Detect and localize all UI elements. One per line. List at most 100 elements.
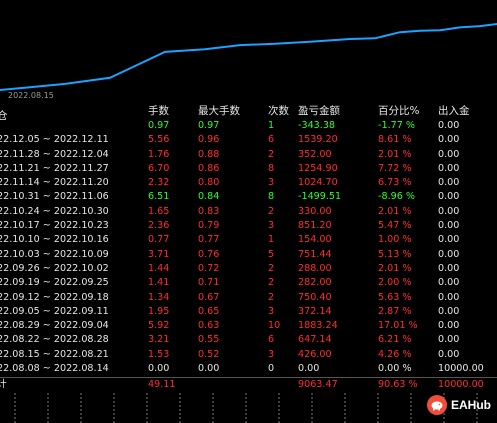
cell-trades: 3 bbox=[268, 177, 275, 189]
brand-logo: EAHub bbox=[427, 395, 491, 415]
cell-max-lots: 0.86 bbox=[198, 162, 220, 174]
table-row: 22.08.08 ~ 2022.08.14 0.00 0.00 0 0.00 0.00 %… bbox=[0, 362, 497, 376]
chart-date-label: 2022.08.15 bbox=[8, 91, 54, 100]
cell-max-lots: 0.65 bbox=[198, 305, 220, 317]
cell-trades: 8 bbox=[268, 191, 275, 203]
table-row: 22.10.24 ~ 2022.10.30 1.65 0.83 2 330.00 2.01… bbox=[0, 205, 497, 219]
cell-max-lots: 0.97 bbox=[198, 120, 220, 131]
header-max-lots: 最大手数 bbox=[198, 105, 240, 117]
cell-period: 22.12.05 ~ 2022.12.11 bbox=[0, 134, 109, 146]
cell-percent: 2.01 % bbox=[378, 148, 412, 160]
cell-percent: 5.47 % bbox=[378, 220, 412, 232]
cell-pnl: 372.14 bbox=[298, 305, 332, 317]
cell-period: 22.08.08 ~ 2022.08.14 bbox=[0, 363, 109, 375]
cell-pnl: 426.00 bbox=[298, 348, 332, 360]
cell-pnl: 1254.90 bbox=[298, 162, 338, 174]
table-row: 22.08.29 ~ 2022.09.04 5.92 0.63 10 1883.24 17… bbox=[0, 319, 497, 333]
cell-period: 22.11.28 ~ 2022.12.04 bbox=[0, 148, 109, 160]
cell-max-lots: 0.00 bbox=[198, 363, 220, 375]
cell-lots: 0.77 bbox=[148, 234, 170, 246]
cell-deposit-withdraw: 0.00 bbox=[438, 205, 460, 217]
cell-pnl: 352.00 bbox=[298, 148, 332, 160]
cell-period: 22.08.29 ~ 2022.09.04 bbox=[0, 320, 109, 332]
header-percent: 百分比% bbox=[378, 105, 420, 117]
header-pnl: 盈亏金额 bbox=[298, 105, 340, 117]
cell-max-lots: 0.77 bbox=[198, 234, 220, 246]
cell-deposit-withdraw: 0.00 bbox=[438, 120, 460, 131]
total-pnl: 9063.47 bbox=[298, 379, 338, 391]
cell-trades: 1 bbox=[268, 120, 275, 131]
cell-pnl: 330.00 bbox=[298, 205, 332, 217]
cell-trades: 2 bbox=[268, 205, 275, 217]
cell-period: 22.09.12 ~ 2022.09.18 bbox=[0, 291, 109, 303]
table-row: 22.08.15 ~ 2022.08.21 1.53 0.52 3 426.00 4.26… bbox=[0, 348, 497, 362]
cell-max-lots: 0.83 bbox=[198, 205, 220, 217]
cell-deposit-withdraw: 0.00 bbox=[438, 262, 460, 274]
cell-deposit-withdraw: 0.00 bbox=[438, 320, 460, 332]
cell-lots: 1.53 bbox=[148, 348, 170, 360]
cell-percent: -1.77 % bbox=[378, 120, 415, 131]
cell-percent: 8.61 % bbox=[378, 134, 412, 146]
cell-deposit-withdraw: 0.00 bbox=[438, 248, 460, 260]
cell-lots: 5.92 bbox=[148, 320, 170, 332]
total-label: 计 bbox=[0, 379, 7, 391]
cell-lots: 5.56 bbox=[148, 134, 170, 146]
cell-pnl: -343.38 bbox=[298, 120, 336, 131]
cell-period: 22.10.31 ~ 2022.11.06 bbox=[0, 191, 109, 203]
table-row: 22.10.17 ~ 2022.10.23 2.36 0.79 3 851.20 5.47… bbox=[0, 219, 497, 233]
equity-line bbox=[0, 23, 497, 91]
cell-period: 22.10.10 ~ 2022.10.16 bbox=[0, 234, 109, 246]
cell-pnl: 751.44 bbox=[298, 248, 332, 260]
cell-period: 22.09.19 ~ 2022.09.25 bbox=[0, 277, 109, 289]
cell-percent: 1.00 % bbox=[378, 234, 412, 246]
table-row: 22.09.05 ~ 2022.09.11 1.95 0.65 3 372.14 2.87… bbox=[0, 305, 497, 319]
cell-max-lots: 0.88 bbox=[198, 148, 220, 160]
cell-trades: 2 bbox=[268, 291, 275, 303]
cell-trades: 6 bbox=[268, 134, 275, 146]
cell-deposit-withdraw: 0.00 bbox=[438, 162, 460, 174]
cell-period: 22.09.05 ~ 2022.09.11 bbox=[0, 305, 109, 317]
cell-percent: 4.26 % bbox=[378, 348, 412, 360]
header-deposit-withdraw: 出入金 bbox=[438, 105, 470, 117]
cell-pnl: 1024.70 bbox=[298, 177, 338, 189]
cell-lots: 6.70 bbox=[148, 162, 170, 174]
cell-trades: 8 bbox=[268, 162, 275, 174]
cell-percent: 17.01 % bbox=[378, 320, 418, 332]
table-body: 0.97 0.97 1 -343.38 -1.77 % 0.00 22.12.05 ~ 20… bbox=[0, 119, 497, 376]
cell-max-lots: 0.55 bbox=[198, 334, 220, 346]
table-row: 22.11.28 ~ 2022.12.04 1.76 0.88 2 352.00 2.01… bbox=[0, 148, 497, 162]
cell-deposit-withdraw: 0.00 bbox=[438, 220, 460, 232]
cell-lots: 3.71 bbox=[148, 248, 170, 260]
cell-period: 22.10.24 ~ 2022.10.30 bbox=[0, 205, 109, 217]
cell-percent: 2.01 % bbox=[378, 262, 412, 274]
cell-percent: 2.00 % bbox=[378, 277, 412, 289]
table-row: 22.10.10 ~ 2022.10.16 0.77 0.77 1 154.00 1.00… bbox=[0, 233, 497, 247]
cell-lots: 1.41 bbox=[148, 277, 170, 289]
cell-period: 22.08.15 ~ 2022.08.21 bbox=[0, 348, 109, 360]
brand-logo-text: EAHub bbox=[451, 398, 491, 412]
cell-pnl: 750.40 bbox=[298, 291, 332, 303]
table-row: 0.97 0.97 1 -343.38 -1.77 % 0.00 bbox=[0, 119, 497, 133]
cell-trades: 3 bbox=[268, 348, 275, 360]
cell-trades: 10 bbox=[268, 320, 281, 332]
weekly-stats-table: 仓 手数 最大手数 次数 盈亏金额 百分比% 出入金 0.97 0.97 1 -343… bbox=[0, 104, 497, 393]
table-row: 22.08.22 ~ 2022.08.28 3.21 0.55 6 647.14 6.21… bbox=[0, 333, 497, 347]
cell-lots: 1.95 bbox=[148, 305, 170, 317]
cell-max-lots: 0.52 bbox=[198, 348, 220, 360]
table-row: 22.09.12 ~ 2022.09.18 1.34 0.67 2 750.40 5.63… bbox=[0, 291, 497, 305]
table-row: 22.11.14 ~ 2022.11.20 2.32 0.80 3 1024.70 6.7… bbox=[0, 176, 497, 190]
cell-trades: 2 bbox=[268, 262, 275, 274]
table-row: 22.09.19 ~ 2022.09.25 1.41 0.71 2 282.00 2.00… bbox=[0, 276, 497, 290]
cell-trades: 2 bbox=[268, 148, 275, 160]
cell-lots: 6.51 bbox=[148, 191, 170, 203]
cell-percent: 6.21 % bbox=[378, 334, 412, 346]
piggy-icon bbox=[427, 395, 447, 415]
cell-max-lots: 0.67 bbox=[198, 291, 220, 303]
header-trades: 次数 bbox=[268, 105, 289, 117]
header-lots: 手数 bbox=[148, 105, 169, 117]
cell-max-lots: 0.79 bbox=[198, 220, 220, 232]
cell-percent: -8.96 % bbox=[378, 191, 415, 203]
cell-trades: 0 bbox=[268, 363, 275, 375]
cell-max-lots: 0.63 bbox=[198, 320, 220, 332]
table-row: 22.11.21 ~ 2022.11.27 6.70 0.86 8 1254.90 7.7… bbox=[0, 162, 497, 176]
